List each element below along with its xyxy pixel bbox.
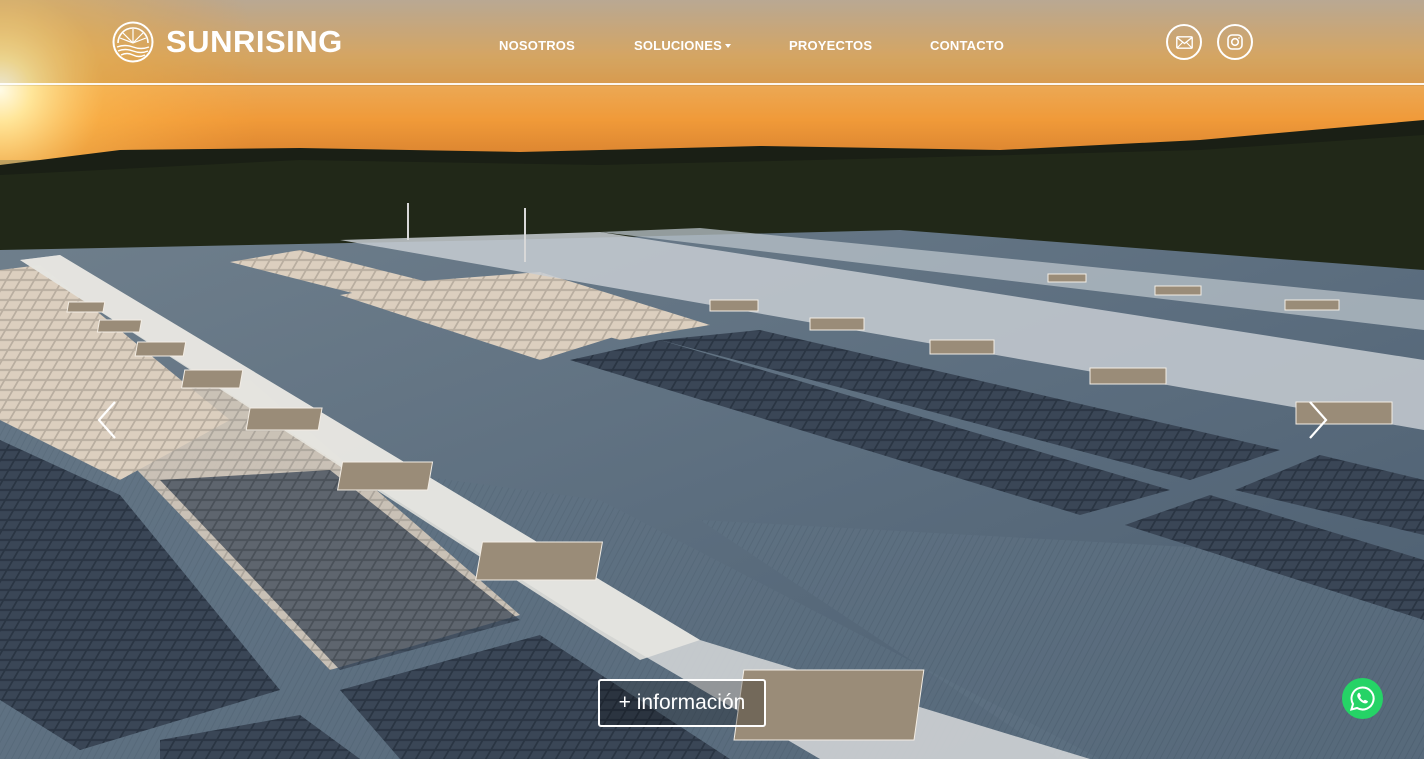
brand-name: SUNRISING [166, 24, 343, 59]
carousel-next-button[interactable] [1304, 398, 1330, 442]
chevron-right-icon [1309, 401, 1328, 439]
instagram-icon [1227, 34, 1243, 50]
nav-item-label: CONTACTO [930, 38, 1005, 53]
mail-icon [1175, 35, 1193, 49]
hero-background-image [0, 0, 1424, 759]
mail-button[interactable] [1166, 24, 1202, 60]
nav-item-label: PROYECTOS [789, 38, 873, 53]
nav-item-label: SOLUCIONES [634, 38, 722, 53]
hero-carousel: SUNRISING NOSOTROS SOLUCIONES PROYECTOS … [0, 0, 1424, 759]
more-info-label: + información [618, 691, 746, 714]
chevron-left-icon [97, 401, 116, 439]
whatsapp-icon [1342, 678, 1383, 719]
whatsapp-button[interactable] [1342, 678, 1383, 719]
carousel-prev-button[interactable] [95, 398, 121, 442]
nav-item-nosotros[interactable]: NOSOTROS [499, 38, 575, 53]
instagram-button[interactable] [1217, 24, 1253, 60]
sun-logo-icon [112, 21, 154, 63]
brand-logo[interactable]: SUNRISING [112, 20, 343, 64]
whatsapp-bg [1342, 678, 1383, 719]
nav-item-soluciones[interactable]: SOLUCIONES [634, 38, 731, 53]
caret-down-icon [724, 44, 731, 48]
site-header: SUNRISING NOSOTROS SOLUCIONES PROYECTOS … [0, 0, 1424, 85]
nav-item-label: NOSOTROS [499, 38, 575, 53]
nav-item-proyectos[interactable]: PROYECTOS [789, 38, 872, 53]
nav-item-contacto[interactable]: CONTACTO [930, 38, 1004, 53]
more-info-button[interactable]: + información [598, 679, 766, 727]
